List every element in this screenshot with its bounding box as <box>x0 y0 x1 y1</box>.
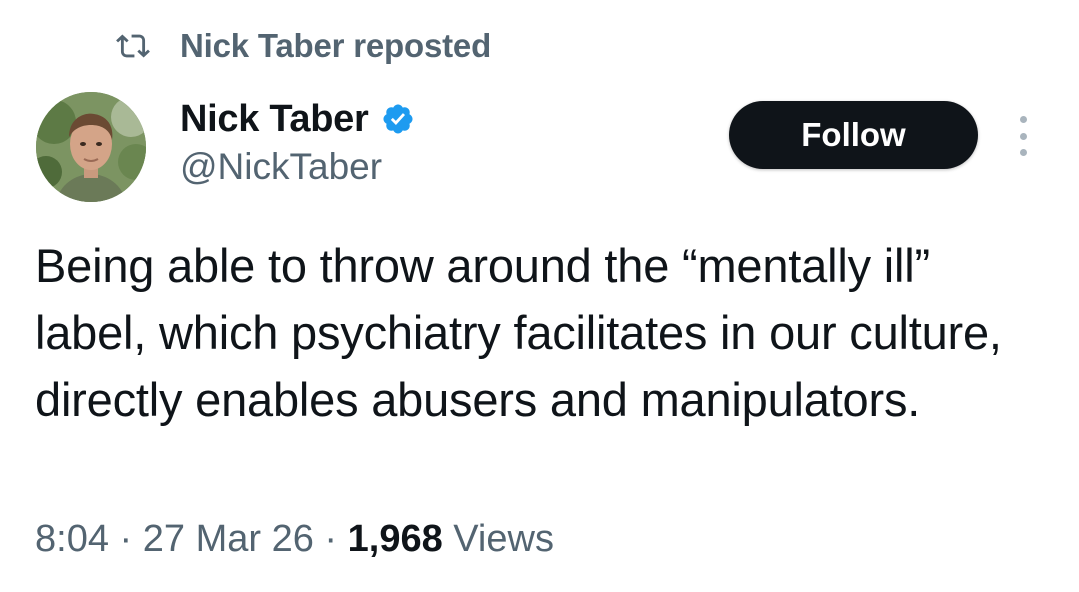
more-dot <box>1019 149 1027 156</box>
author-name-row[interactable]: Nick Taber <box>180 96 415 142</box>
verified-badge-icon <box>382 104 413 134</box>
more-options-icon[interactable] <box>1009 116 1037 156</box>
avatar-image <box>36 92 146 202</box>
avatar[interactable] <box>36 92 146 202</box>
follow-button[interactable]: Follow <box>729 101 978 169</box>
more-dot <box>1019 132 1027 140</box>
repost-context[interactable]: Nick Taber reposted <box>116 26 491 66</box>
author-display-name[interactable]: Nick Taber <box>180 98 369 141</box>
tweet-metadata: 8:04 · 27 Mar 26 · 1,968 Views <box>35 518 554 561</box>
tweet-card[interactable]: Nick Taber reposted Nick Taber @NickTabe… <box>0 0 1079 592</box>
tweet-time[interactable]: 8:04 <box>35 518 109 560</box>
repost-icon <box>116 34 150 58</box>
meta-separator: · <box>313 518 348 560</box>
more-dot <box>1019 116 1027 123</box>
author-handle[interactable]: @NickTaber <box>180 146 382 188</box>
meta-separator: · <box>108 518 143 560</box>
views-count[interactable]: 1,968 <box>348 518 443 560</box>
tweet-text: Being able to throw around the “mentally… <box>35 239 1002 426</box>
repost-label: Nick Taber reposted <box>180 27 492 64</box>
tweet-date[interactable]: 27 Mar 26 <box>143 518 314 560</box>
views-label[interactable]: Views <box>443 518 554 560</box>
